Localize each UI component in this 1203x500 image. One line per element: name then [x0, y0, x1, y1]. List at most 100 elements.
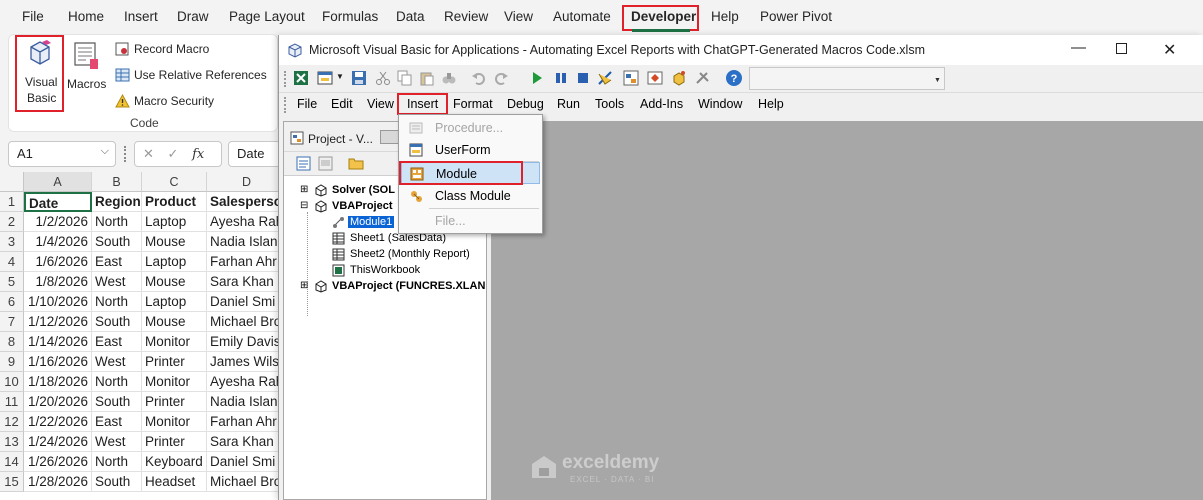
toolbar-overflow-icon[interactable]: ▼: [934, 77, 941, 84]
cell-d3[interactable]: Nadia Islan: [207, 232, 285, 252]
toolbar-dropdown-icon[interactable]: ▼: [336, 72, 344, 81]
cell-d15[interactable]: Michael Bro: [207, 472, 285, 492]
toggle-folders-icon[interactable]: [348, 156, 364, 171]
chevron-down-icon[interactable]: ⌵: [101, 145, 109, 158]
cell-a13[interactable]: 1/24/2026: [24, 432, 92, 452]
row-header[interactable]: 6: [0, 292, 24, 312]
find-icon[interactable]: [441, 70, 457, 86]
reset-icon[interactable]: [575, 70, 591, 86]
row-header[interactable]: 12: [0, 412, 24, 432]
cell-a2[interactable]: 1/2/2026: [24, 212, 92, 232]
tab-insert[interactable]: Insert: [124, 9, 158, 24]
row-header[interactable]: 14: [0, 452, 24, 472]
cell-a14[interactable]: 1/26/2026: [24, 452, 92, 472]
cell-d8[interactable]: Emily Davis: [207, 332, 285, 352]
cell-c13[interactable]: Printer: [142, 432, 207, 452]
cell-c4[interactable]: Laptop: [142, 252, 207, 272]
cell-b5[interactable]: West: [92, 272, 142, 292]
insert-function-icon[interactable]: fx: [192, 147, 204, 162]
cell-b9[interactable]: West: [92, 352, 142, 372]
break-icon[interactable]: [553, 70, 569, 86]
design-mode-icon[interactable]: [597, 70, 613, 86]
cell-a6[interactable]: 1/10/2026: [24, 292, 92, 312]
cell-d13[interactable]: Sara Khan: [207, 432, 285, 452]
expand-toggle-icon[interactable]: ⊞: [300, 184, 308, 195]
tab-formulas[interactable]: Formulas: [322, 9, 378, 24]
view-excel-icon[interactable]: [293, 70, 309, 86]
code-window-area[interactable]: [491, 121, 1203, 500]
copy-icon[interactable]: [397, 70, 413, 86]
tree-item-funcres[interactable]: VBAProject (FUNCRES.XLAN: [332, 280, 485, 292]
toolbar-grip[interactable]: [284, 71, 287, 87]
undo-icon[interactable]: [471, 70, 487, 86]
tab-view[interactable]: View: [504, 9, 533, 24]
tab-file[interactable]: File: [22, 9, 44, 24]
row-header[interactable]: 1: [0, 192, 24, 212]
cell-a5[interactable]: 1/8/2026: [24, 272, 92, 292]
vba-menu-window[interactable]: Window: [698, 97, 742, 111]
vba-menu-help[interactable]: Help: [758, 97, 784, 111]
cell-d11[interactable]: Nadia Islan: [207, 392, 285, 412]
row-header[interactable]: 8: [0, 332, 24, 352]
cell-b8[interactable]: East: [92, 332, 142, 352]
cell-b15[interactable]: South: [92, 472, 142, 492]
cell-c8[interactable]: Monitor: [142, 332, 207, 352]
cell-b14[interactable]: North: [92, 452, 142, 472]
relative-references-button[interactable]: Use Relative References: [115, 67, 275, 85]
cell-d10[interactable]: Ayesha Rah: [207, 372, 285, 392]
row-header[interactable]: 13: [0, 432, 24, 452]
row-header[interactable]: 11: [0, 392, 24, 412]
cell-a12[interactable]: 1/22/2026: [24, 412, 92, 432]
row-header[interactable]: 3: [0, 232, 24, 252]
menu-item-userform[interactable]: UserForm: [401, 139, 540, 161]
column-header-a[interactable]: A: [24, 172, 92, 192]
column-header-b[interactable]: B: [92, 172, 142, 192]
row-header[interactable]: 5: [0, 272, 24, 292]
cell-c9[interactable]: Printer: [142, 352, 207, 372]
help-icon[interactable]: ?: [725, 69, 743, 87]
collapse-toggle-icon[interactable]: ⊟: [300, 200, 308, 211]
cell-a15[interactable]: 1/28/2026: [24, 472, 92, 492]
maximize-icon[interactable]: [1116, 43, 1127, 54]
save-icon[interactable]: [351, 70, 367, 86]
cell-a3[interactable]: 1/4/2026: [24, 232, 92, 252]
cell-a4[interactable]: 1/6/2026: [24, 252, 92, 272]
macro-security-button[interactable]: Macro Security: [115, 93, 275, 111]
cell-d9[interactable]: James Wils: [207, 352, 285, 372]
cell-a1[interactable]: Date: [24, 192, 92, 212]
tree-item-vbaproject[interactable]: VBAProject: [332, 200, 393, 212]
cell-d2[interactable]: Ayesha Rah: [207, 212, 285, 232]
vba-menu-run[interactable]: Run: [557, 97, 580, 111]
cell-a7[interactable]: 1/12/2026: [24, 312, 92, 332]
cell-a9[interactable]: 1/16/2026: [24, 352, 92, 372]
cell-c1[interactable]: Product: [142, 192, 207, 212]
cell-d4[interactable]: Farhan Ahr: [207, 252, 285, 272]
menu-item-class-module[interactable]: Class Module: [401, 185, 540, 207]
cell-c5[interactable]: Mouse: [142, 272, 207, 292]
cell-c15[interactable]: Headset: [142, 472, 207, 492]
tab-review[interactable]: Review: [444, 9, 488, 24]
cell-c2[interactable]: Laptop: [142, 212, 207, 232]
cell-b2[interactable]: North: [92, 212, 142, 232]
cell-b13[interactable]: West: [92, 432, 142, 452]
cut-icon[interactable]: [375, 70, 391, 86]
cell-b3[interactable]: South: [92, 232, 142, 252]
cell-b7[interactable]: South: [92, 312, 142, 332]
tree-item-sheet2[interactable]: Sheet2 (Monthly Report): [350, 248, 470, 260]
tab-data[interactable]: Data: [396, 9, 425, 24]
run-icon[interactable]: [529, 70, 545, 86]
cell-d12[interactable]: Farhan Ahr: [207, 412, 285, 432]
cell-c3[interactable]: Mouse: [142, 232, 207, 252]
cell-a10[interactable]: 1/18/2026: [24, 372, 92, 392]
cell-b1[interactable]: Region: [92, 192, 142, 212]
cell-c6[interactable]: Laptop: [142, 292, 207, 312]
cell-c12[interactable]: Monitor: [142, 412, 207, 432]
record-macro-button[interactable]: Record Macro: [115, 41, 275, 59]
view-object-icon[interactable]: [318, 156, 333, 171]
vba-menu-debug[interactable]: Debug: [507, 97, 544, 111]
cell-c10[interactable]: Monitor: [142, 372, 207, 392]
tab-page-layout[interactable]: Page Layout: [229, 9, 305, 24]
row-header[interactable]: 9: [0, 352, 24, 372]
cell-c11[interactable]: Printer: [142, 392, 207, 412]
vba-menu-tools[interactable]: Tools: [595, 97, 624, 111]
